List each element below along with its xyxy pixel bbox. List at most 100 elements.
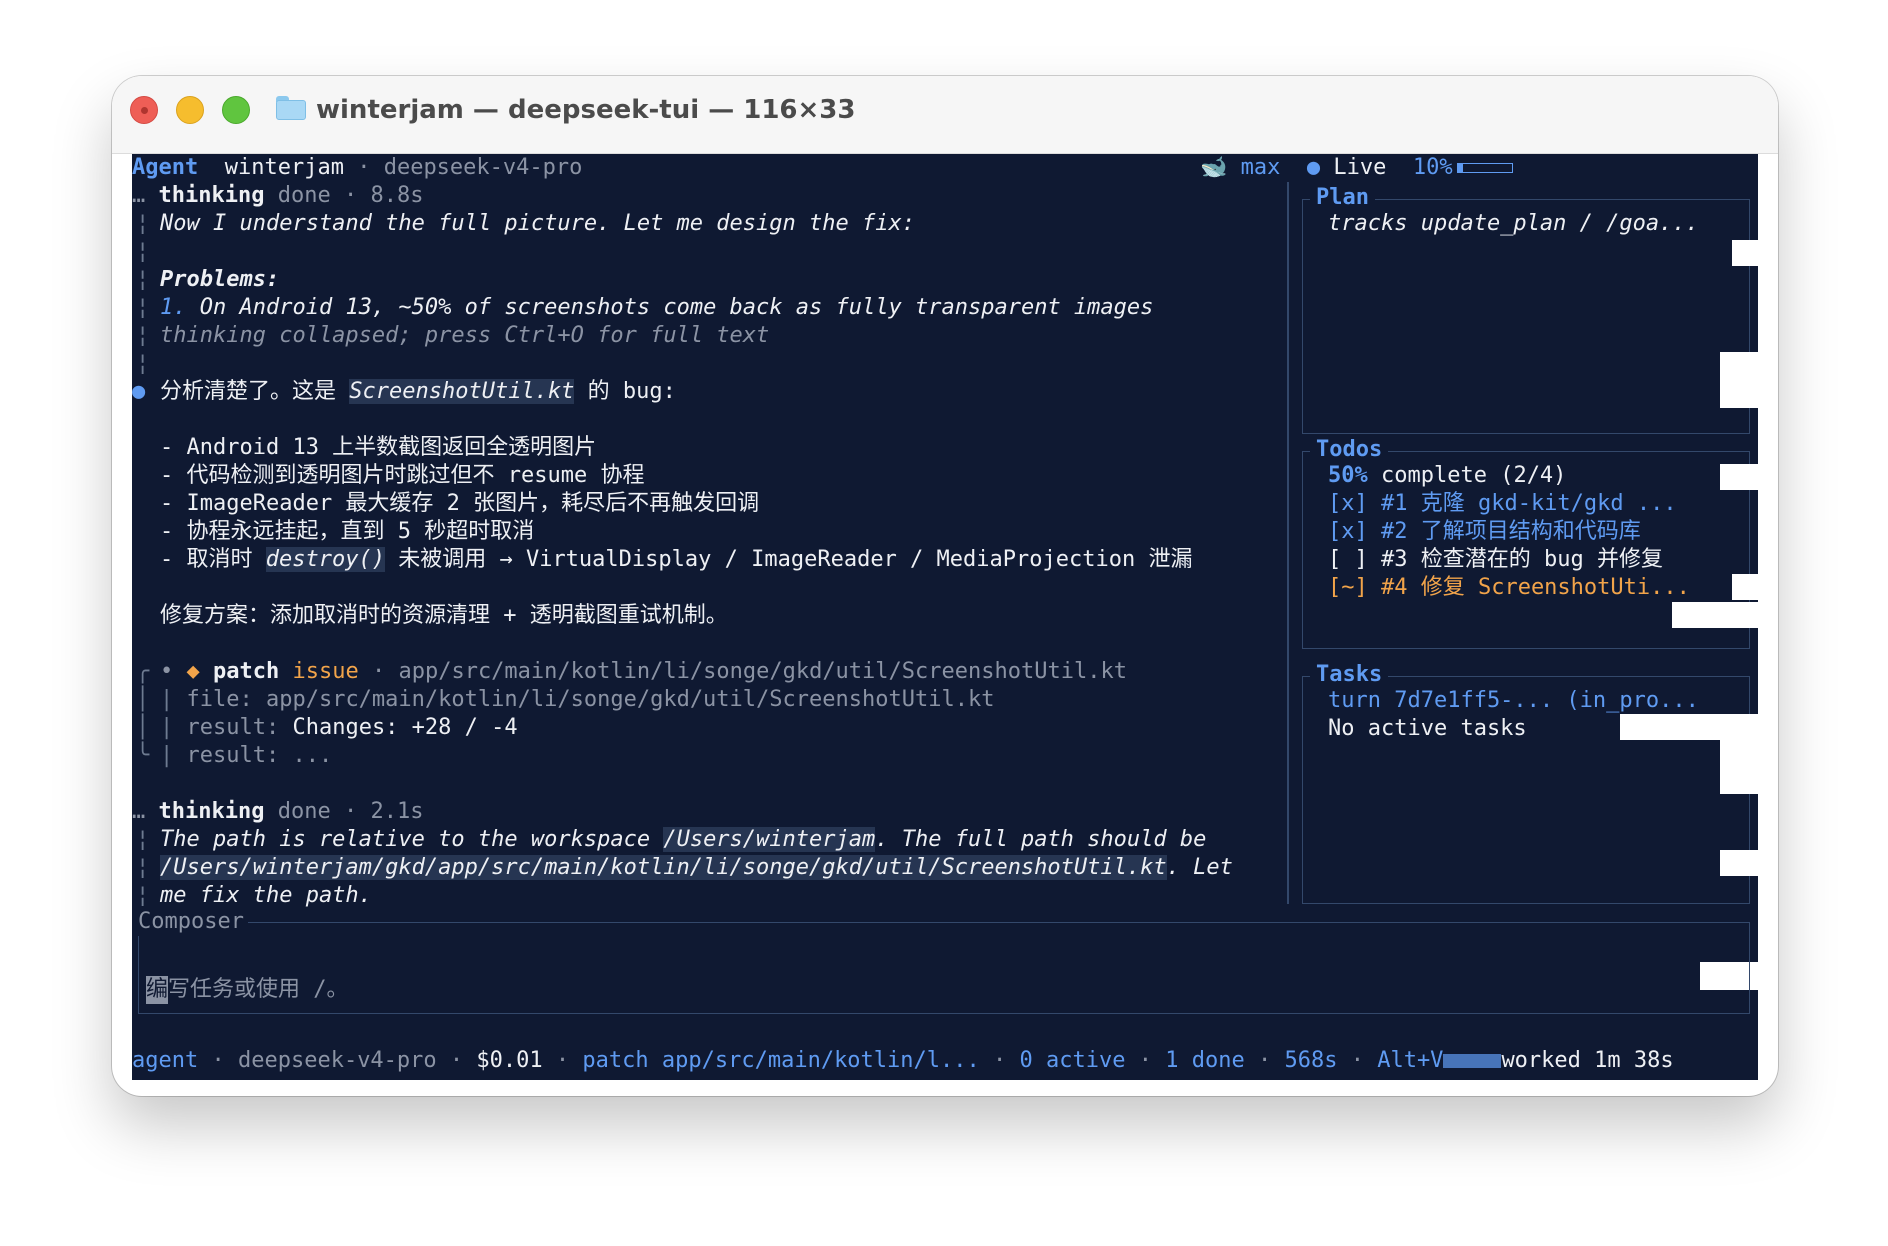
status-cost: $0.01 — [476, 1048, 543, 1073]
context-progress-bar — [1456, 163, 1513, 173]
status-activity: patch app/src/main/kotlin/l... — [582, 1048, 980, 1073]
intro-text-end: 的 bug: — [574, 379, 676, 404]
composer-title: Composer — [138, 908, 248, 936]
task-turn[interactable]: turn 7d7e1ff5-... (in_pro... — [1328, 687, 1699, 715]
path-reference: /Users/winterjam — [663, 827, 876, 852]
thinking-gutter: ¦ ¦ ¦ ¦ ¦ ¦ — [136, 211, 150, 376]
plan-text: tracks update_plan / /goa... — [1328, 211, 1699, 236]
live-dot-icon: ● — [1306, 155, 1321, 180]
patch-path: app/src/main/kotlin/li/songe/gkd/util/Sc… — [398, 659, 1127, 684]
render-artifact — [1672, 602, 1760, 628]
thinking-line: me fix the path. — [160, 883, 372, 908]
thinking-text-end: . Let — [1166, 855, 1233, 880]
patch-file-line: | file: app/src/main/kotlin/li/songe/gkd… — [160, 687, 995, 712]
separator: · — [555, 1048, 570, 1073]
workspace-name: winterjam — [224, 155, 344, 180]
answer-bullet-icon: ● — [132, 379, 146, 404]
minimize-window-button[interactable] — [176, 96, 204, 124]
separator: · — [343, 799, 358, 824]
status-bar: agent · deepseek-v4-pro · $0.01 · patch … — [132, 1047, 1758, 1080]
todos-percent: 50% — [1328, 463, 1368, 488]
patch-result-line: | result: Changes: +28 / -4 — [160, 715, 518, 740]
status-model: deepseek-v4-pro — [237, 1048, 437, 1073]
separator: · — [357, 155, 371, 180]
thinking-status: done — [277, 799, 331, 824]
thinking-header[interactable]: … thinking done · 2.1s — [132, 798, 423, 826]
close-window-button[interactable] — [130, 96, 158, 124]
separator: · — [343, 183, 358, 208]
window-title: winterjam — deepseek-tui — 116×33 — [316, 95, 856, 125]
thinking-line: Now I understand the full picture. Let m… — [160, 211, 915, 236]
todo-item[interactable]: [ ] #3 检查潜在的 bug 并修复 — [1328, 546, 1663, 574]
separator: · — [449, 1048, 464, 1073]
maximize-window-button[interactable] — [222, 96, 250, 124]
todo-item[interactable]: [x] #1 克隆 gkd-kit/gkd ... — [1328, 490, 1677, 518]
status-spinner — [1443, 1054, 1502, 1068]
separator: · — [1138, 1048, 1152, 1073]
list-number: 1. — [160, 295, 187, 320]
render-artifact — [1720, 740, 1760, 794]
patch-header[interactable]: • ◆ patch issue · app/src/main/kotlin/li… — [160, 658, 1127, 686]
terminal-screen[interactable]: Agent winterjam · deepseek-v4-pro 🐋 max … — [132, 154, 1760, 1080]
separator: · — [371, 659, 386, 684]
tasks-title: Tasks — [1310, 661, 1389, 689]
status-shortcut: Alt+V — [1377, 1048, 1444, 1073]
bug-item: - 取消时 destroy() 未被调用 → VirtualDisplay / … — [160, 546, 1192, 574]
thinking-line: /Users/winterjam/gkd/app/src/main/kotlin… — [160, 854, 1233, 882]
status-worked: worked 1m 38s — [1501, 1048, 1674, 1073]
thinking-marker: … — [132, 183, 146, 208]
separator: · — [1350, 1048, 1364, 1073]
title-bar: winterjam — deepseek-tui — 116×33 — [112, 76, 1778, 154]
render-artifact — [1720, 850, 1760, 876]
whale-icon: 🐋 — [1200, 155, 1228, 180]
context-percent: 10% — [1412, 155, 1453, 180]
status-mode: agent — [132, 1048, 199, 1073]
item-text-end: 未被调用 → VirtualDisplay / ImageReader / Me… — [384, 547, 1193, 572]
file-reference: ScreenshotUtil.kt — [349, 379, 575, 404]
render-artifact — [1720, 464, 1760, 490]
composer-placeholder: 写任务或使用 /。 — [168, 977, 349, 1002]
problem-item: 1. On Android 13, ~50% of screenshots co… — [160, 294, 1153, 322]
result-key: result: — [186, 715, 280, 740]
item-text: - 取消时 — [160, 547, 266, 572]
patch-file: file: app/src/main/kotlin/li/songe/gkd/u… — [186, 687, 995, 712]
bug-item: - Android 13 上半数截图返回全透明图片 — [160, 435, 597, 460]
bug-item: - ImageReader 最大缓存 2 张图片，耗尽后不再触发回调 — [160, 491, 760, 516]
thinking-status: done — [277, 183, 331, 208]
thinking-text: The path is relative to the workspace — [160, 827, 664, 852]
effort-level: max — [1240, 155, 1281, 180]
problems-heading: Problems: — [160, 267, 280, 292]
header-left: Agent winterjam · deepseek-v4-pro — [132, 154, 582, 182]
status-done: 1 done — [1165, 1048, 1245, 1073]
separator: · — [1257, 1048, 1272, 1073]
transcript-scrollbar[interactable] — [1287, 182, 1289, 904]
patch-bracket: ╭ │ │ ╰ — [136, 659, 150, 768]
bug-item: - 代码检测到透明图片时跳过但不 resume 协程 — [160, 463, 645, 488]
render-artifact — [1732, 574, 1760, 600]
thinking-line: The path is relative to the workspace /U… — [160, 826, 1206, 854]
status-elapsed: 568s — [1284, 1048, 1338, 1073]
patch-status: issue — [292, 659, 359, 684]
patch-dot-icon: • — [160, 659, 174, 684]
thinking-label: thinking — [158, 183, 265, 208]
thinking-marker: … — [132, 799, 146, 824]
render-artifact — [1720, 352, 1760, 408]
bug-item: - 协程永远挂起，直到 5 秒超时取消 — [160, 519, 535, 544]
composer-panel[interactable] — [138, 922, 1750, 1014]
todo-item[interactable]: [~] #4 修复 ScreenshotUti... — [1328, 574, 1690, 602]
todos-count: complete (2/4) — [1367, 463, 1567, 488]
result-more: result: ... — [186, 743, 333, 768]
separator: · — [993, 1048, 1007, 1073]
todos-title: Todos — [1310, 436, 1389, 464]
text-cursor: 编 — [146, 976, 169, 1004]
todo-item[interactable]: [x] #2 了解项目结构和代码库 — [1328, 518, 1641, 546]
thinking-header[interactable]: … thinking done · 8.8s — [132, 182, 423, 210]
fix-plan: 修复方案：添加取消时的资源清理 + 透明截图重试机制。 — [160, 603, 728, 628]
thinking-gutter: ¦ ¦ ¦ — [136, 827, 150, 908]
render-artifact — [1620, 714, 1760, 740]
intro-text: 分析清楚了。这是 — [160, 379, 350, 404]
model-name: deepseek-v4-pro — [383, 155, 583, 180]
path-reference: /Users/winterjam/gkd/app/src/main/kotlin… — [160, 855, 1167, 880]
composer-input[interactable]: 编写任务或使用 /。 — [146, 976, 349, 1004]
todos-summary: 50% complete (2/4) — [1328, 462, 1566, 490]
